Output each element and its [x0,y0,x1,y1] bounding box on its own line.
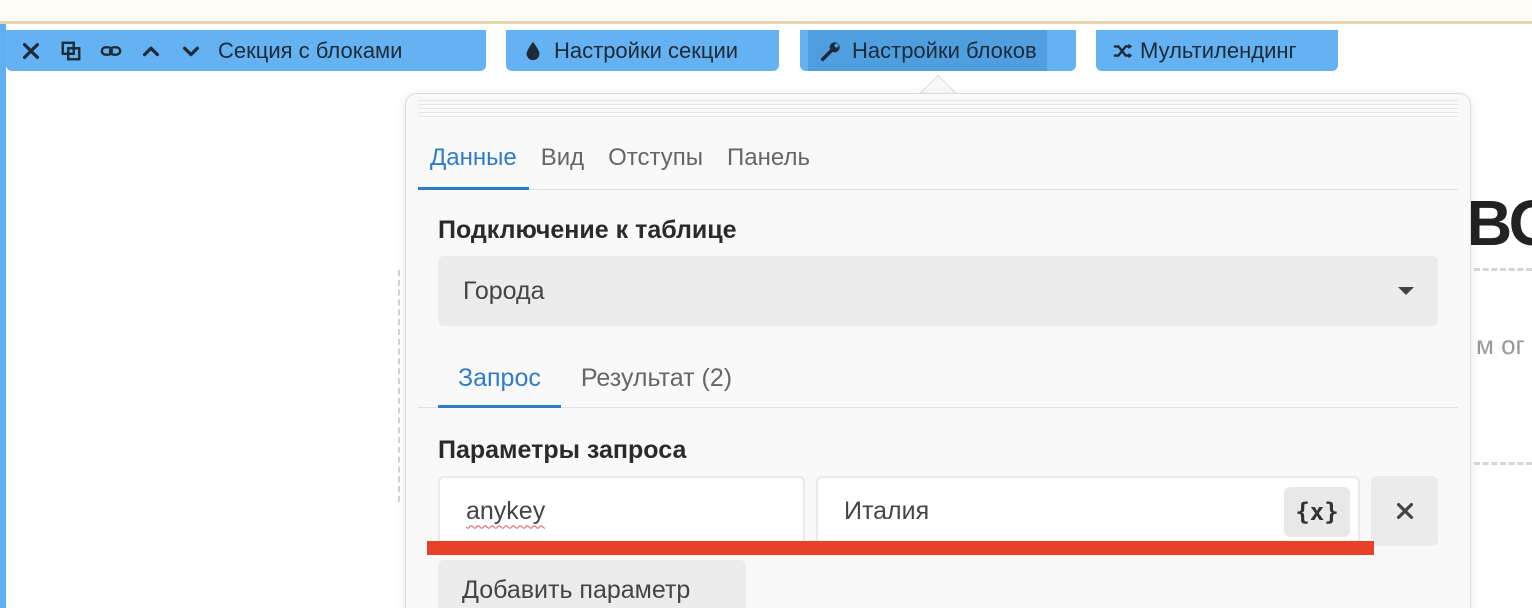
annotation-underline [427,541,1374,555]
link-icon[interactable] [98,38,124,64]
remove-param-button[interactable] [1371,476,1438,546]
param-value-input[interactable]: Италия {x} [816,476,1360,546]
param-value-value: Италия [844,496,930,525]
close-icon[interactable] [18,38,44,64]
block-settings-button[interactable]: Настройки блоков [800,30,1076,71]
tab-panel[interactable]: Панель [715,134,822,190]
panel-tabs: Данные Вид Отступы Панель [418,134,1458,190]
tab-view[interactable]: Вид [529,134,596,190]
tab-data[interactable]: Данные [418,134,529,190]
section-settings-button[interactable]: Настройки секции [506,30,779,71]
duplicate-icon[interactable] [58,38,84,64]
tab-query[interactable]: Запрос [438,350,561,408]
chevron-down-icon[interactable] [178,38,204,64]
block-outline-dashed [398,270,400,502]
multilanding-label: Мультилендинг [1140,37,1297,63]
section-settings-label: Настройки секции [554,37,739,63]
query-params-label: Параметры запроса [438,436,687,464]
chevron-up-icon[interactable] [138,38,164,64]
param-key-input[interactable]: anykey [438,476,805,546]
table-connection-label: Подключение к таблице [438,216,737,244]
tab-result[interactable]: Результат (2) [561,350,752,408]
section-selection-border [0,24,6,608]
variable-insert-button[interactable]: {x} [1284,487,1350,537]
background-heading-fragment: ВО [1466,187,1532,259]
tab-spacing[interactable]: Отступы [596,134,715,190]
panel-drag-handle[interactable] [418,100,1458,118]
param-key-value: anykey [466,496,546,525]
query-subtabs: Запрос Результат (2) [418,350,1458,408]
block-settings-label: Настройки блоков [852,37,1037,63]
section-label: Секция с блоками [218,37,403,63]
background-text-fragment: м ог [1476,330,1526,360]
background-divider [1474,268,1532,271]
caret-down-icon [1398,287,1414,295]
table-select-value: Города [463,276,545,305]
background-divider [1474,462,1532,465]
wrench-icon [818,38,844,64]
top-strip [0,0,1532,24]
table-select[interactable]: Города [438,256,1438,326]
droplet-icon [520,38,546,64]
close-icon [1396,502,1413,520]
shuffle-icon [1110,38,1136,64]
section-toolbar: Секция с блоками [6,30,486,71]
add-param-button[interactable]: Добавить параметр [438,560,746,608]
multilanding-button[interactable]: Мультилендинг [1096,30,1338,71]
